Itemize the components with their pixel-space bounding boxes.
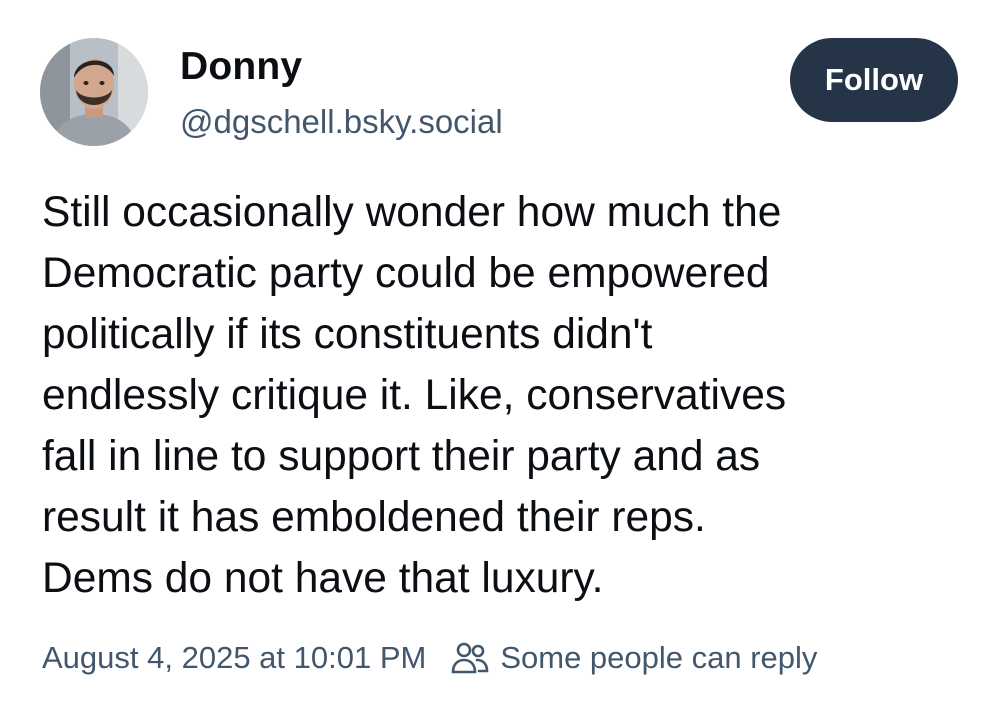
people-icon xyxy=(450,640,490,676)
author-display-name[interactable]: Donny xyxy=(180,44,503,90)
post-text: Still occasionally wonder how much the D… xyxy=(42,182,972,609)
post-text-line: endlessly critique it. Like, conservativ… xyxy=(42,372,787,419)
post-timestamp[interactable]: August 4, 2025 at 10:01 PM xyxy=(42,640,426,676)
avatar[interactable] xyxy=(40,38,148,146)
post-text-line: Dems do not have that luxury. xyxy=(42,555,604,602)
reply-setting-label: Some people can reply xyxy=(500,640,818,675)
post-text-line: politically if its constituents didn't xyxy=(42,311,653,358)
post-meta: August 4, 2025 at 10:01 PM Some people c… xyxy=(42,636,817,680)
post-text-line: Still occasionally wonder how much the xyxy=(42,189,782,236)
author-info: Donny @dgschell.bsky.social xyxy=(180,44,503,144)
reply-setting[interactable]: Some people can reply xyxy=(450,640,817,676)
profile-photo xyxy=(40,38,148,146)
follow-button[interactable]: Follow xyxy=(790,38,958,122)
post-text-line: result it has emboldened their reps. xyxy=(42,494,706,541)
post-text-line: Democratic party could be empowered xyxy=(42,250,770,297)
post-card: Donny @dgschell.bsky.social Follow Still… xyxy=(0,0,1000,707)
author-handle[interactable]: @dgschell.bsky.social xyxy=(180,100,503,144)
post-text-line: fall in line to support their party and … xyxy=(42,433,761,480)
